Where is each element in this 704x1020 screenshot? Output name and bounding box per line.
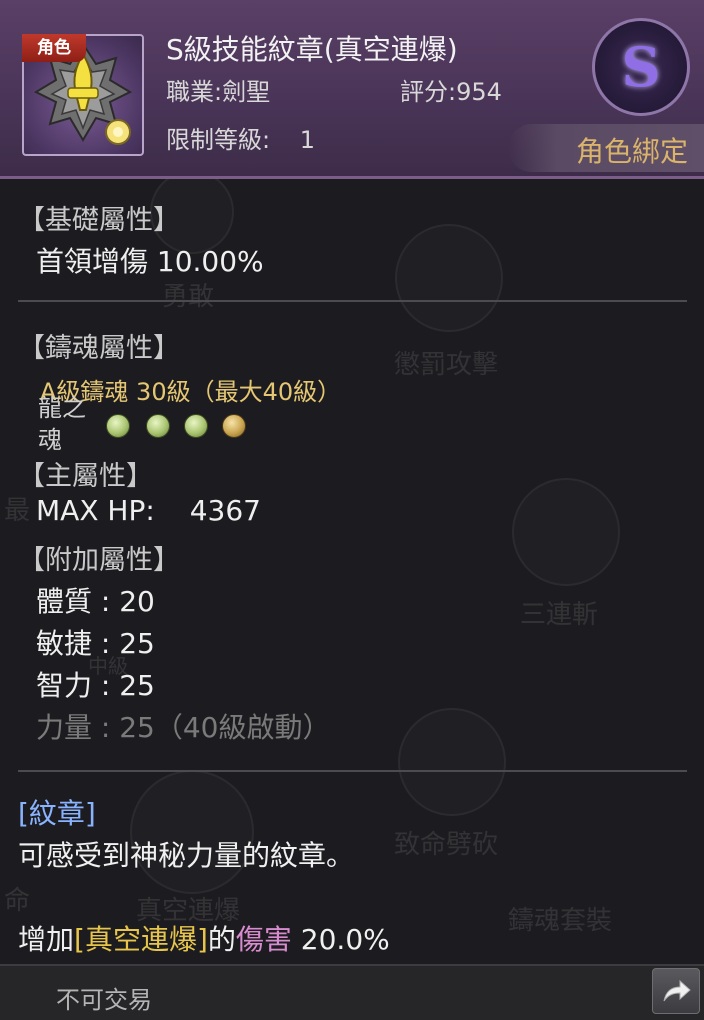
bg-node-label: 懲罰攻擊	[394, 350, 499, 380]
main-attr-name: MAX HP:	[36, 494, 155, 527]
role-bound-tag: 角色	[22, 34, 86, 62]
job-label: 職業:	[166, 78, 223, 106]
bind-status-text: 角色綁定	[575, 135, 688, 168]
effect-damage-word: 傷害	[235, 923, 292, 956]
soul-gem-icon	[184, 414, 208, 438]
effect-skill-name: [真空連爆]	[74, 923, 208, 956]
score-label: 評分:	[400, 78, 457, 106]
bg-node-label: 最	[4, 496, 31, 526]
soul-gem-icon	[106, 414, 130, 438]
level-label: 限制等級:	[166, 126, 271, 154]
main-attr-title: 【主屬性】	[18, 461, 153, 492]
bg-node-ring	[398, 708, 506, 816]
emblem-description: 可感受到神秘力量的紋章。	[18, 839, 355, 872]
s-grade-badge: S	[592, 18, 690, 116]
level-row: 限制等級: 1	[166, 120, 315, 155]
soul-attr-title: 【鑄魂屬性】	[18, 333, 180, 364]
bg-node-label: 三連斬	[520, 600, 599, 630]
job-row: 職業:劍聖	[166, 72, 270, 107]
effect-mid: 的	[207, 923, 236, 956]
trade-status: 不可交易	[56, 986, 152, 1014]
effect-value: 20.0%	[291, 923, 390, 956]
share-arrow-icon	[663, 979, 691, 1002]
grade-letter: S	[621, 35, 661, 99]
soul-gem-icon	[146, 414, 170, 438]
soul-label: 龍之魂	[38, 394, 86, 454]
emblem-effect: 增加[真空連爆]的傷害 20.0%	[18, 918, 390, 958]
extra-attr-title: 【附加屬性】	[18, 545, 180, 576]
bg-node-ring	[512, 478, 620, 586]
bg-node-ring	[130, 770, 254, 894]
soul-gem-icon	[222, 414, 246, 438]
main-attr-value: 4367	[189, 494, 261, 527]
extra-attr-item: 體質 : 20	[36, 585, 155, 618]
basic-attr-title: 【基礎屬性】	[18, 205, 180, 236]
bg-node-ring	[395, 224, 503, 332]
effect-prefix: 增加	[18, 923, 75, 956]
emblem-type-tag: [紋章]	[18, 797, 96, 830]
divider	[18, 300, 687, 302]
extra-attr-item: 敏捷 : 25	[36, 627, 155, 660]
score-value: 954	[456, 78, 502, 106]
job-value: 劍聖	[222, 78, 271, 106]
item-title: S級技能紋章(真空連爆)	[166, 33, 458, 66]
basic-attr-stat: 首領增傷 10.00%	[36, 245, 264, 278]
main-attr-stat: MAX HP: 4367	[36, 494, 261, 527]
share-button[interactable]	[652, 968, 700, 1014]
bg-node-label: 鑄魂套裝	[508, 906, 613, 936]
extra-attr-item: 智力 : 25	[36, 669, 155, 702]
bg-node-label: 勇敢	[162, 282, 215, 312]
score-row: 評分:954	[400, 72, 502, 107]
item-header: 角色 S級技能紋章(真空連爆) 職業:劍聖 評分:954 限制等級: 1 S 角…	[0, 0, 704, 179]
extra-attr-locked: 力量 : 25（40級啟動）	[36, 711, 331, 744]
bg-node-label: 致命劈砍	[394, 830, 499, 860]
level-value: 1	[299, 126, 316, 154]
bg-node-label: 命	[4, 886, 31, 916]
bind-status-badge: 角色綁定	[508, 124, 704, 172]
tooltip-footer: 不可交易	[0, 964, 704, 1020]
divider	[18, 770, 687, 772]
